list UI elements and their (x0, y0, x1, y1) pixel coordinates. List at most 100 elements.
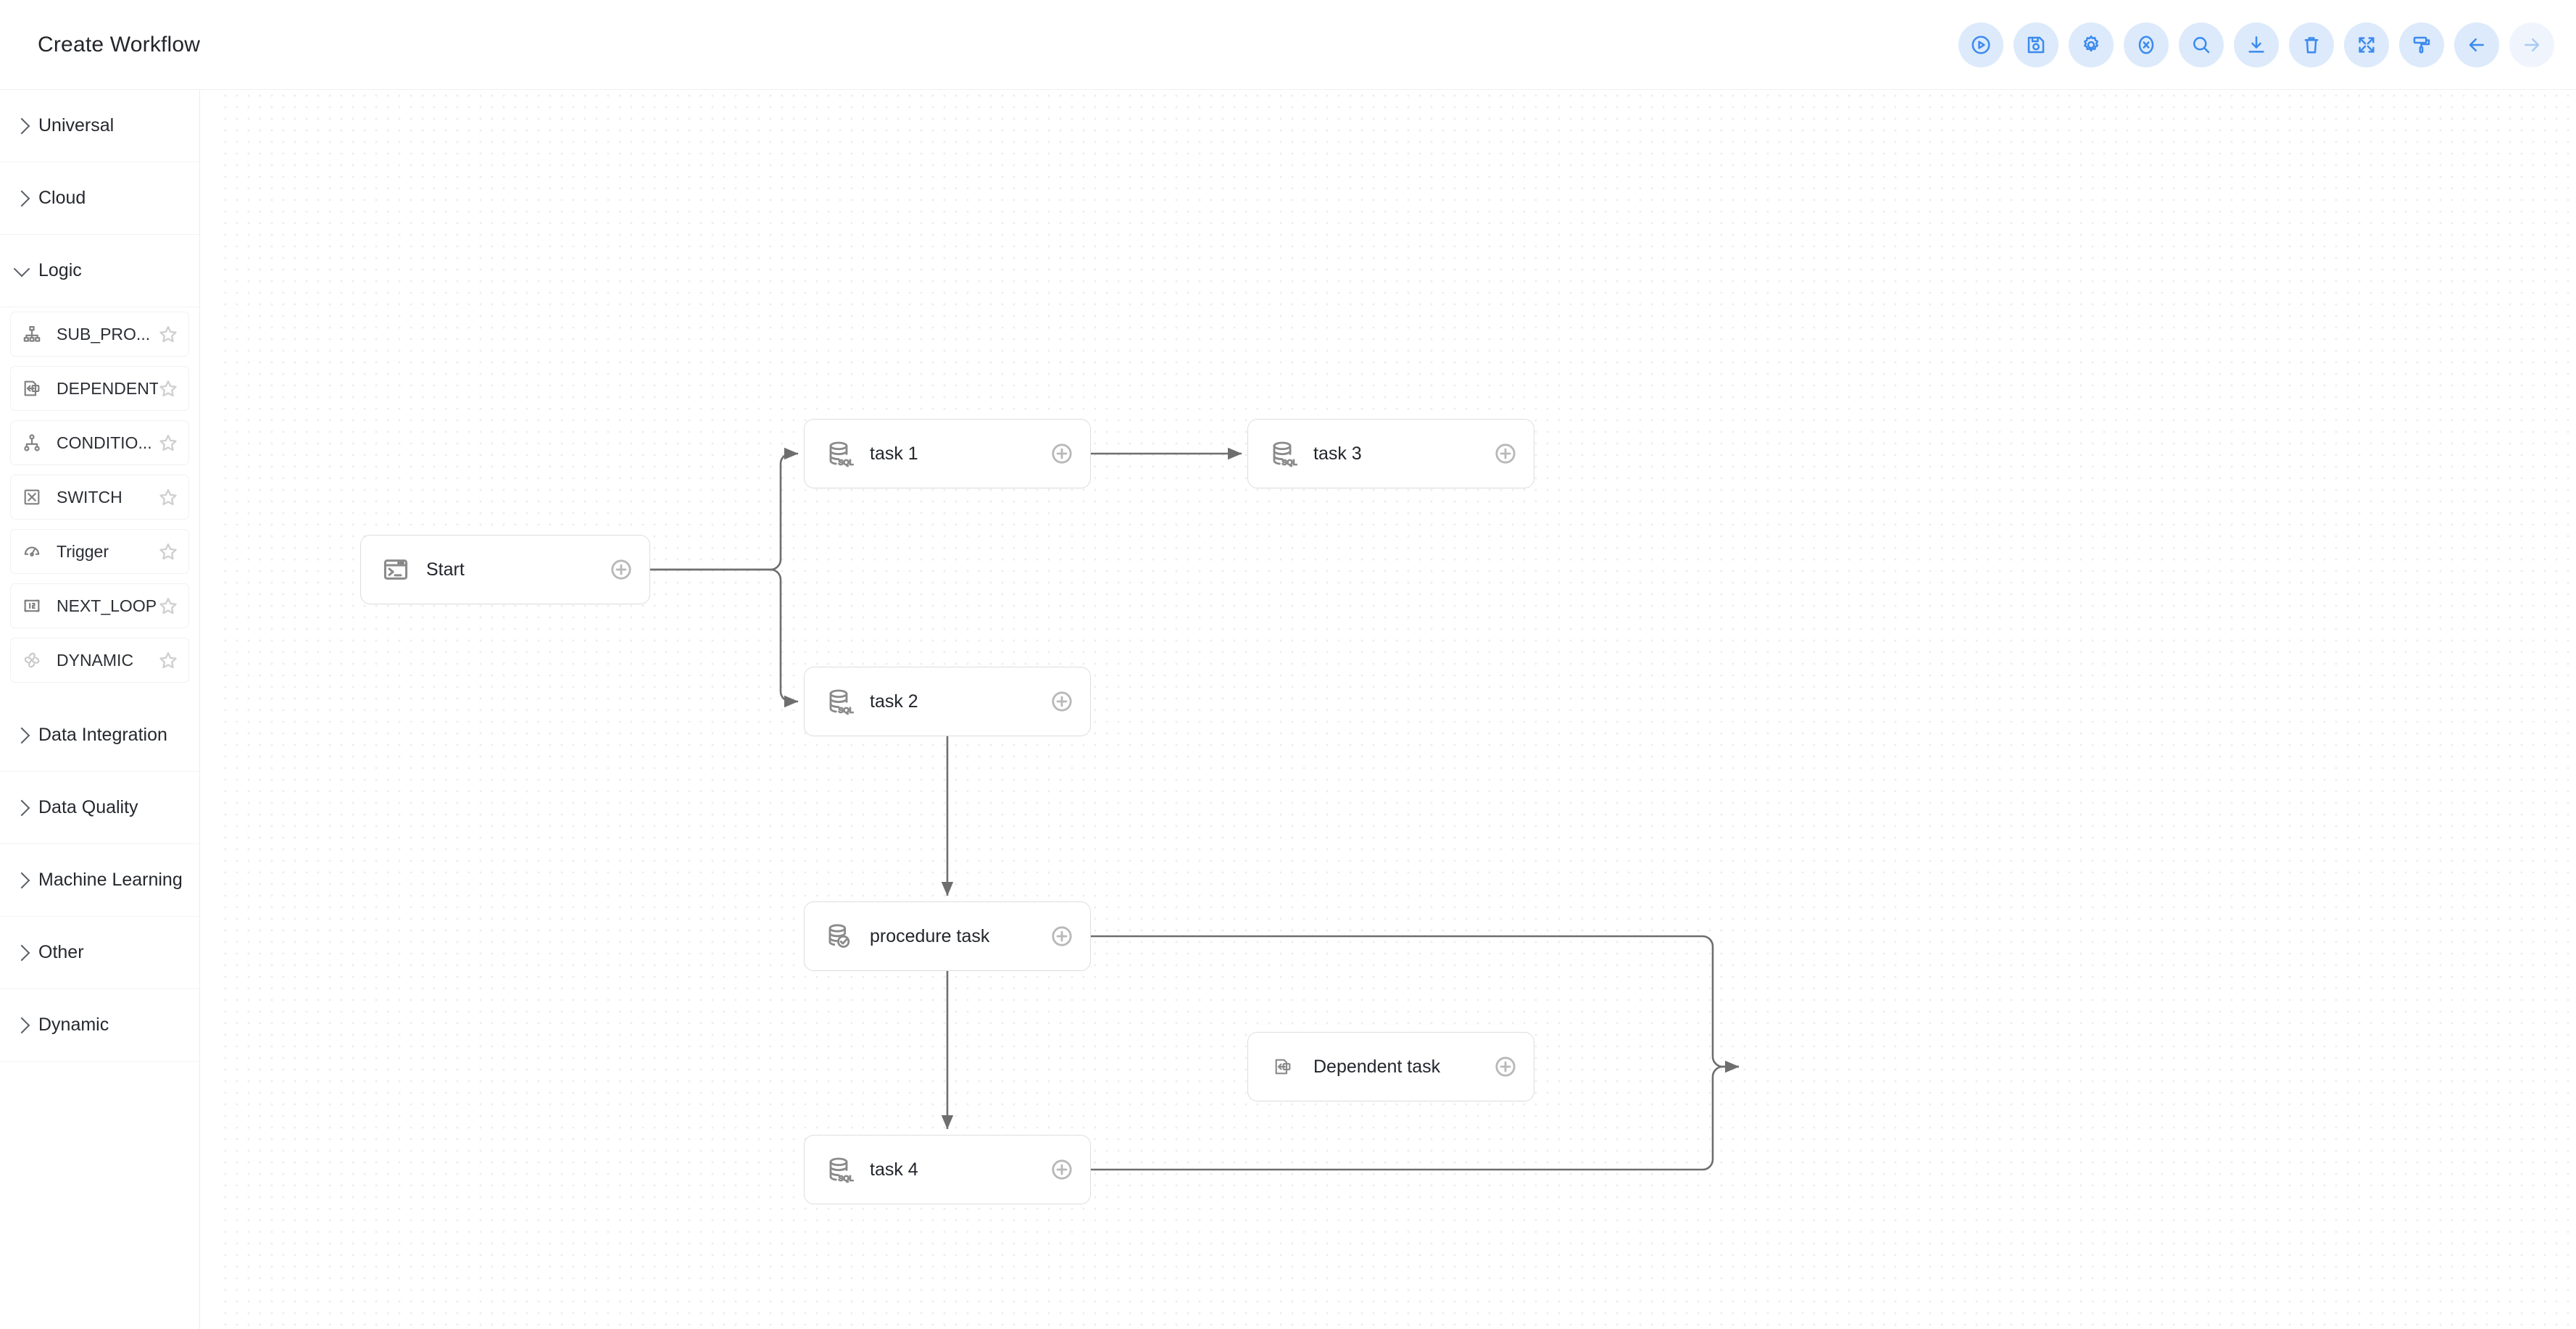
palette-item-label: Trigger (57, 541, 109, 561)
search-button[interactable] (2179, 22, 2224, 67)
workflow-node-label: task 2 (870, 691, 918, 712)
star-icon[interactable] (158, 378, 178, 399)
undo-button[interactable] (2454, 22, 2499, 67)
palette-item-conditio[interactable]: CONDITIO... (10, 420, 189, 465)
circle-plus-icon[interactable] (1493, 1054, 1518, 1079)
sidebar-category-cloud[interactable]: Cloud (0, 162, 199, 235)
workflow-node-dependent[interactable]: Dependent task (1247, 1032, 1534, 1101)
format-button[interactable] (2399, 22, 2444, 67)
workflow-node-task3[interactable]: SQL task 3 (1247, 419, 1534, 488)
palette-item-sub_pro[interactable]: SUB_PRO... (10, 312, 189, 357)
shell-terminal-icon (380, 554, 412, 586)
svg-text:SQL: SQL (839, 707, 854, 715)
circle-plus-icon[interactable] (1050, 689, 1074, 714)
palette-item-label: NEXT_LOOP (57, 596, 157, 615)
workflow-node-label: task 3 (1313, 443, 1362, 464)
sidebar-category-data-quality[interactable]: Data Quality (0, 772, 199, 844)
sql-database-icon: SQL (1267, 438, 1299, 470)
play-circle-icon (1970, 34, 1992, 56)
workflow-node-label: Start (426, 559, 465, 580)
workflow-node-label: task 4 (870, 1159, 918, 1180)
sidebar-category-label: Cloud (38, 188, 86, 208)
star-icon[interactable] (158, 324, 178, 344)
close-button[interactable] (2124, 22, 2169, 67)
workflow-edges (650, 447, 1740, 1171)
circle-plus-icon[interactable] (1493, 441, 1518, 466)
page-title: Create Workflow (38, 32, 201, 57)
circle-plus-icon[interactable] (609, 557, 633, 582)
palette-item-label: SUB_PRO... (57, 324, 151, 343)
workflow-node-label: task 1 (870, 443, 918, 464)
workflow-node-start[interactable]: Start (360, 535, 650, 604)
arrow-right-icon (2521, 34, 2543, 56)
sidebar-category-label: Other (38, 942, 84, 962)
circle-plus-icon[interactable] (1050, 441, 1074, 466)
svg-text:SQL: SQL (839, 1175, 854, 1183)
trash-icon (2301, 34, 2322, 56)
palette-item-dependent[interactable]: DEPENDENT (10, 366, 189, 411)
star-icon[interactable] (158, 487, 178, 507)
sidebar-category-universal[interactable]: Universal (0, 90, 199, 162)
sidebar-category-dynamic[interactable]: Dynamic (0, 989, 199, 1062)
palette-item-switch[interactable]: SWITCH (10, 475, 189, 520)
chevron-right-icon (13, 872, 30, 888)
star-icon[interactable] (158, 650, 178, 670)
sidebar-category-logic[interactable]: Logic (0, 235, 199, 307)
conditions-icon (20, 430, 44, 455)
workflow-canvas[interactable]: Start SQL task 1 SQL task 3 SQL task 2 procedur… (220, 90, 2576, 1329)
sidebar-category-label: Data Integration (38, 725, 167, 745)
app-header: Create Workflow (0, 0, 2576, 90)
redo-button[interactable] (2509, 22, 2554, 67)
svg-text:SQL: SQL (1282, 459, 1297, 467)
sql-database-icon: SQL (823, 438, 855, 470)
workflow-node-task2[interactable]: SQL task 2 (804, 667, 1091, 736)
palette-item-label: DYNAMIC (57, 650, 134, 670)
chevron-down-icon (13, 260, 30, 277)
palette-item-trigger[interactable]: Trigger (10, 529, 189, 574)
star-icon[interactable] (158, 433, 178, 453)
sidebar-category-label: Machine Learning (38, 870, 183, 890)
dependent-icon (1267, 1051, 1299, 1083)
run-button[interactable] (1958, 22, 2003, 67)
settings-button[interactable] (2069, 22, 2114, 67)
workflow-node-task4[interactable]: SQL task 4 (804, 1135, 1091, 1204)
sidebar-category-data-integration[interactable]: Data Integration (0, 699, 199, 772)
sidebar-category-label: Universal (38, 115, 115, 136)
palette-item-dynamic[interactable]: DYNAMIC (10, 638, 189, 683)
circle-plus-icon[interactable] (1050, 1157, 1074, 1182)
paint-roller-icon (2411, 34, 2432, 56)
palette-item-next_loop[interactable]: NEXT_LOOP (10, 583, 189, 628)
chevron-right-icon (13, 117, 30, 134)
save-icon (2025, 34, 2047, 56)
trigger-icon (20, 539, 44, 564)
gear-icon (2080, 34, 2102, 56)
dynamic-icon (20, 648, 44, 672)
chevron-right-icon (13, 944, 30, 961)
svg-text:SQL: SQL (839, 459, 854, 467)
sql-database-icon: SQL (823, 1154, 855, 1186)
palette-item-label: DEPENDENT (57, 378, 158, 398)
chevron-right-icon (13, 190, 30, 207)
header-toolbar (1958, 22, 2554, 67)
sidebar-category-machine-learning[interactable]: Machine Learning (0, 844, 199, 917)
workflow-node-task1[interactable]: SQL task 1 (804, 419, 1091, 488)
sidebar-category-other[interactable]: Other (0, 917, 199, 989)
fullscreen-icon (2356, 34, 2377, 56)
sidebar-category-label: Data Quality (38, 797, 138, 817)
sql-database-icon: SQL (823, 686, 855, 717)
workflow-node-label: procedure task (870, 925, 990, 946)
star-icon[interactable] (158, 541, 178, 562)
dependent-icon (20, 376, 44, 401)
save-button[interactable] (2014, 22, 2058, 67)
fullscreen-button[interactable] (2344, 22, 2389, 67)
workflow-node-procedure[interactable]: procedure task (804, 901, 1091, 971)
palette-item-label: SWITCH (57, 487, 122, 507)
download-button[interactable] (2234, 22, 2279, 67)
sidebar-node-list: SUB_PRO... DEPENDENT CONDITIO... SWITCH Trig… (0, 307, 199, 699)
circle-plus-icon[interactable] (1050, 924, 1074, 949)
node-palette-sidebar[interactable]: Universal Cloud Logic SUB_PRO... DEPENDENT CO… (0, 90, 200, 1329)
star-icon[interactable] (158, 596, 178, 616)
switch-icon (20, 485, 44, 509)
delete-button[interactable] (2289, 22, 2334, 67)
sitemap-icon (20, 322, 44, 346)
